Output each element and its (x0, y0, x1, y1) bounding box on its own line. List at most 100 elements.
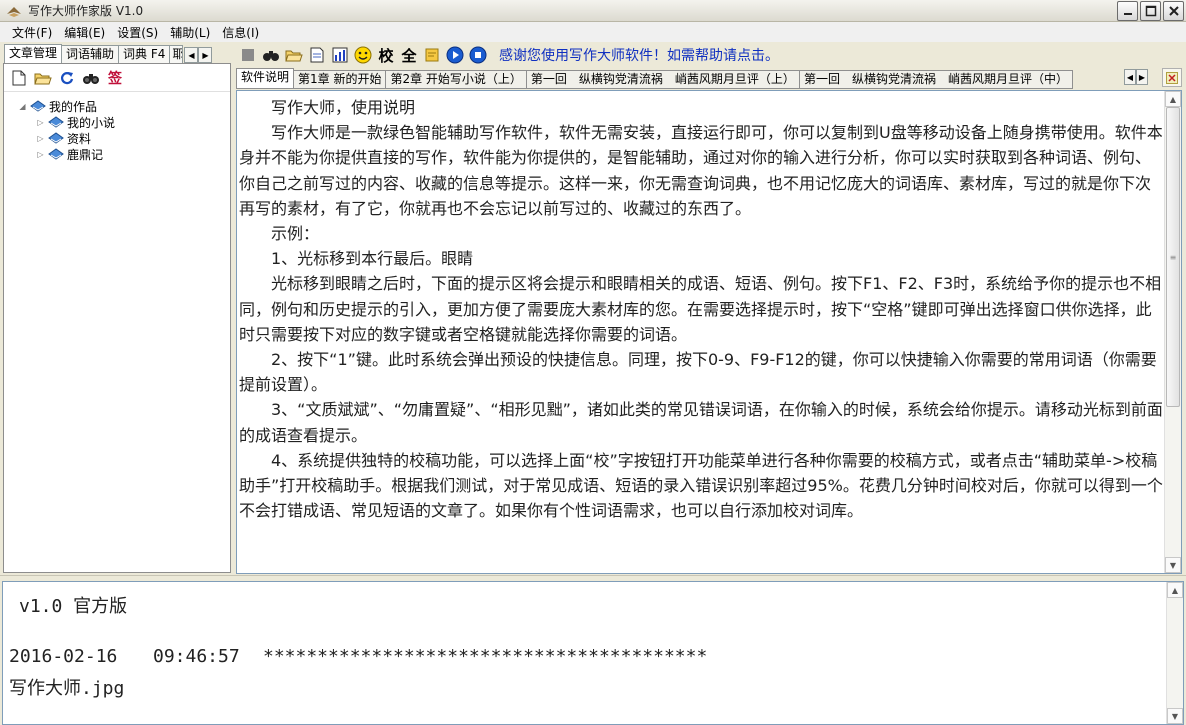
left-panel: 签 ◢ 我的作品 ▷ 我的小说 ▷ 资料 ▷ 鹿鼎记 (3, 63, 231, 573)
folder-open-icon (285, 50, 303, 62)
note-button[interactable] (422, 45, 442, 65)
doc-tab-scroll-right-button[interactable]: ▶ (1136, 69, 1148, 85)
bar-chart-icon (332, 47, 348, 63)
editor-paragraph: 2、按下“1”键。此时系统会弹出预设的快捷信息。同理，按下0-9、F9-F12的… (239, 350, 1157, 395)
tab-dictionary[interactable]: 词典 F4 (118, 45, 171, 63)
scroll-up-button[interactable]: ▲ (1167, 582, 1183, 598)
tab-word-assist[interactable]: 词语辅助 (61, 45, 120, 63)
chevron-up-icon: ▲ (1171, 585, 1179, 595)
maximize-button[interactable] (1140, 1, 1161, 21)
expand-icon[interactable]: ▷ (36, 150, 45, 159)
window-title: 写作大师作家版 V1.0 (28, 4, 144, 18)
title-bar: 写作大师作家版 V1.0 (0, 0, 1186, 22)
stats-button[interactable] (330, 45, 350, 65)
tab-chapter-huiyi-upper[interactable]: 第一回 纵横钩党清流祸 峭茜风期月旦评（上） (525, 70, 800, 89)
full-button[interactable]: 全 (399, 45, 419, 65)
book-icon (30, 100, 46, 112)
version-label: v1.0 官方版 (19, 596, 128, 617)
chevron-down-icon: ▼ (1171, 711, 1179, 721)
maximize-icon (1145, 5, 1156, 17)
chevron-left-icon: ◀ (188, 50, 195, 60)
refresh-button[interactable] (58, 69, 76, 87)
tree-item-label: 鹿鼎记 (67, 147, 104, 162)
tree-item-label: 我的小说 (67, 115, 116, 130)
stop-record-button[interactable] (468, 45, 488, 65)
close-icon (1166, 71, 1178, 84)
open-folder-button[interactable] (34, 69, 52, 87)
close-icon (1168, 6, 1179, 16)
tab-chapter-1[interactable]: 第1章 新的开始 (293, 70, 387, 89)
binoculars-icon (83, 73, 99, 84)
search-button[interactable] (261, 45, 281, 65)
chevron-up-icon: ▲ (1169, 94, 1177, 104)
tab-truncated[interactable]: 耶 (169, 45, 184, 63)
tab-article-manage[interactable]: 文章管理 (4, 44, 63, 63)
refresh-icon (60, 71, 74, 84)
left-toolbar: 签 (4, 64, 230, 92)
close-tab-button[interactable] (1162, 68, 1182, 87)
menu-settings[interactable]: 设置(S) (111, 24, 164, 41)
minimize-button[interactable] (1117, 1, 1138, 21)
document-button[interactable] (307, 45, 327, 65)
play-button[interactable] (445, 45, 465, 65)
book-icon (48, 116, 64, 128)
expand-icon[interactable]: ▷ (36, 134, 45, 143)
scroll-down-button[interactable]: ▼ (1165, 557, 1181, 573)
tab-scroll-right-button[interactable]: ▶ (198, 47, 213, 63)
editor-area[interactable]: 写作大师，使用说明 写作大师是一款绿色智能辅助写作软件，软件无需安装，直接运行即… (236, 90, 1182, 574)
hint-scrollbar[interactable]: ▲ ▼ (1166, 582, 1183, 724)
tree-root-label: 我的作品 (49, 99, 98, 114)
chevron-down-icon: ▼ (1169, 560, 1177, 570)
chevron-right-icon: ▶ (202, 50, 209, 60)
tree-item-novel[interactable]: ▷ 我的小说 (36, 114, 115, 130)
collapse-icon[interactable]: ◢ (18, 102, 27, 111)
close-button[interactable] (1163, 1, 1184, 21)
tab-scroll-left-button[interactable]: ◀ (184, 47, 199, 63)
tree-item-materials[interactable]: ▷ 资料 (36, 130, 91, 146)
separator-stars: ****************************************… (263, 646, 708, 667)
menu-info[interactable]: 信息(I) (216, 24, 265, 41)
document-icon (310, 47, 324, 63)
scroll-up-button[interactable]: ▲ (1165, 91, 1181, 107)
doc-tab-scroll-left-button[interactable]: ◀ (1124, 69, 1136, 85)
tree-item-label: 资料 (67, 131, 92, 146)
menu-bar: 文件(F) 编辑(E) 设置(S) 辅助(L) 信息(I) (0, 22, 1186, 42)
hint-panel[interactable]: v1.0 官方版 2016-02-16 09:46:57 ***********… (2, 581, 1184, 725)
expand-icon[interactable]: ▷ (36, 118, 45, 127)
scrollbar-thumb[interactable]: ≡ (1166, 107, 1180, 407)
tab-chapter-huiyi-middle[interactable]: 第一回 纵横钩党清流祸 峭茜风期月旦评（中） (798, 70, 1073, 89)
menu-file[interactable]: 文件(F) (6, 24, 58, 41)
proofread-button[interactable]: 校 (376, 45, 396, 65)
sign-label: 签 (108, 70, 122, 87)
chevron-right-icon: ▶ (1138, 72, 1146, 82)
help-link[interactable]: 感谢您使用写作大师软件！如需帮助请点击。 (499, 45, 779, 65)
menu-assist[interactable]: 辅助(L) (164, 24, 216, 41)
stop-button[interactable] (238, 45, 258, 65)
chevron-left-icon: ◀ (1126, 72, 1134, 82)
main-toolbar: 校 全 感谢您使用写作大师软件！如需帮助请点击。 (236, 44, 1186, 66)
emoji-button[interactable] (353, 45, 373, 65)
scroll-down-button[interactable]: ▼ (1167, 708, 1183, 724)
tree-item-ludingji[interactable]: ▷ 鹿鼎记 (36, 146, 103, 162)
tab-software-guide[interactable]: 软件说明 (236, 68, 295, 89)
menu-edit[interactable]: 编辑(E) (58, 24, 111, 41)
folder-open-icon (34, 73, 52, 84)
editor-paragraph: 1、光标移到本行最后。眼睛 (271, 249, 474, 269)
find-button[interactable] (82, 69, 100, 87)
editor-paragraph: 写作大师，使用说明 (271, 98, 416, 117)
editor-paragraph: 4、系统提供独特的校稿功能，可以选择上面“校”字按钮打开功能菜单进行各种你需要的… (239, 450, 1163, 521)
square-icon (242, 49, 254, 61)
new-file-button[interactable] (10, 69, 28, 87)
open-button[interactable] (284, 45, 304, 65)
sign-button[interactable]: 签 (106, 69, 124, 87)
book-icon (48, 132, 64, 144)
app-icon (7, 6, 21, 17)
play-icon (446, 46, 464, 64)
grip-icon: ≡ (1169, 252, 1177, 262)
tree-root[interactable]: ◢ 我的作品 (18, 98, 97, 114)
editor-text[interactable]: 写作大师，使用说明 写作大师是一款绿色智能辅助写作软件，软件无需安装，直接运行即… (239, 95, 1165, 571)
editor-scrollbar[interactable]: ▲ ≡ ▼ (1164, 91, 1181, 573)
book-icon (48, 148, 64, 160)
tab-chapter-2[interactable]: 第2章 开始写小说（上） (385, 70, 527, 89)
file-name-label: 写作大师.jpg (9, 678, 125, 699)
